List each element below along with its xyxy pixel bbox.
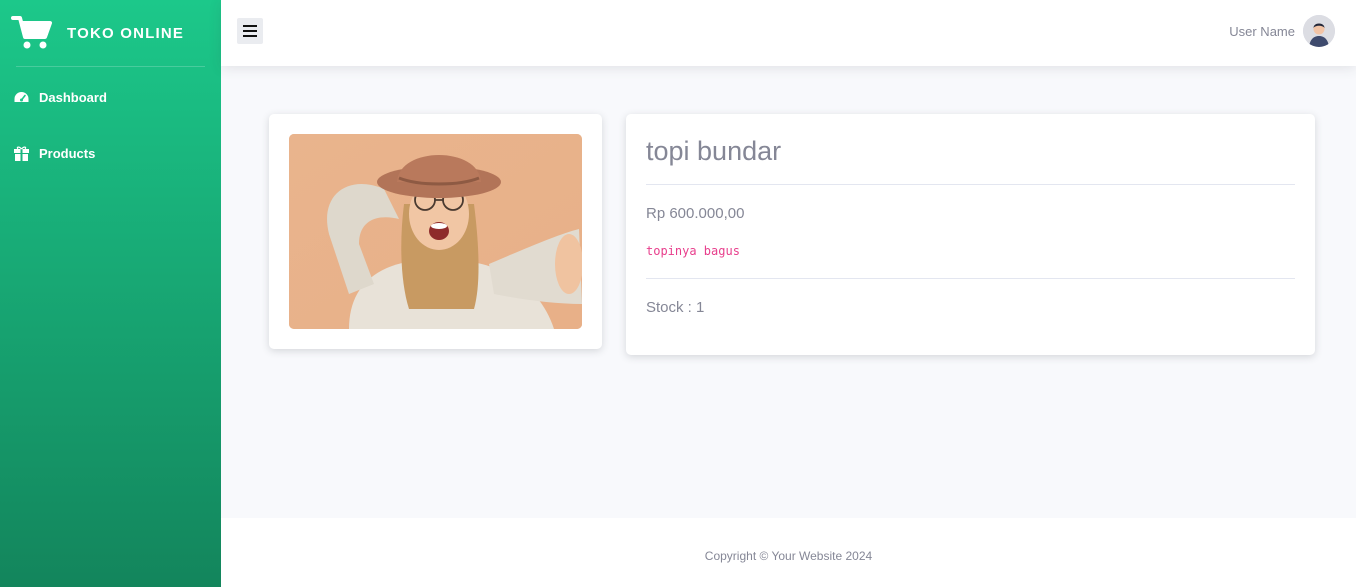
product-image (289, 134, 582, 329)
product-stock: Stock : 1 (646, 299, 705, 316)
tachometer-icon (14, 91, 29, 102)
sidebar-brand[interactable]: TOKO ONLINE (0, 0, 221, 66)
product-detail-card: topi bundar Rp 600.000,00 topinya bagus … (626, 114, 1315, 355)
sidebar-divider (16, 66, 205, 67)
sidebar-item-label: Dashboard (39, 89, 107, 105)
shopping-cart-icon (11, 16, 52, 49)
sidebar-item-products[interactable]: Products (0, 125, 221, 181)
product-description: topinya bagus (646, 244, 740, 258)
sidebar: TOKO ONLINE Dashboard Products (0, 0, 221, 587)
divider (646, 278, 1295, 279)
sidebar-item-dashboard[interactable]: Dashboard (0, 69, 221, 125)
avatar[interactable] (1303, 15, 1335, 47)
hamburger-icon (243, 25, 257, 37)
sidebar-item-label: Products (39, 145, 96, 161)
sidebar-toggle-button[interactable] (237, 18, 263, 44)
user-name[interactable]: User Name (1229, 24, 1295, 39)
product-price: Rp 600.000,00 (646, 205, 745, 222)
product-title: topi bundar (646, 136, 782, 166)
user-avatar-icon (1303, 15, 1335, 47)
product-image-card (269, 114, 602, 349)
box-icon (14, 146, 29, 161)
footer: Copyright © Your Website 2024 (221, 518, 1356, 587)
product-photo (289, 134, 582, 329)
divider (646, 184, 1295, 185)
brand-name: TOKO ONLINE (67, 24, 185, 42)
topbar: User Name (221, 0, 1356, 66)
copyright-text: Copyright © Your Website 2024 (704, 549, 873, 563)
